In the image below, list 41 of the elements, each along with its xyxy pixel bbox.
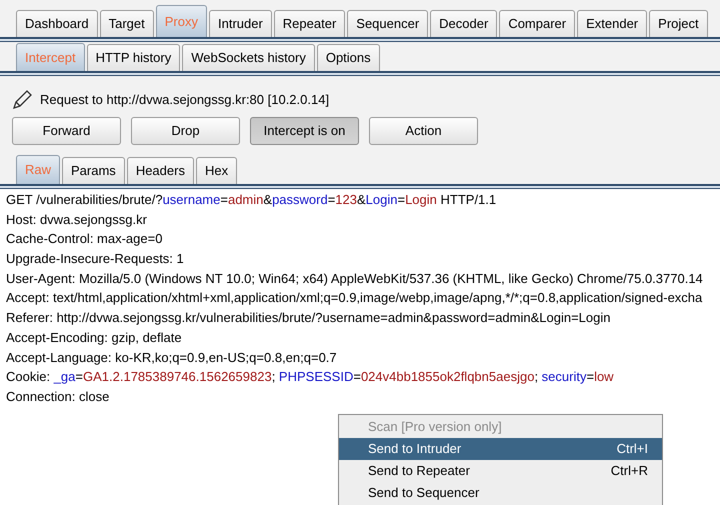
menu-item[interactable]: Send to Sequencer [339,482,662,504]
pencil-icon [12,90,32,110]
action-button[interactable]: Drop [131,117,240,145]
request-line: Host: dvwa.sejongssg.kr [6,210,147,229]
request-line: Connection: close [6,388,110,406]
editor-tab[interactable]: Hex [196,157,238,184]
menu-item[interactable]: Send to Intruder Ctrl+I [339,438,662,460]
sub-tab[interactable]: WebSockets history [182,44,315,71]
request-line: Accept-Encoding: gzip, deflate [6,328,182,347]
main-tab[interactable]: Decoder [430,10,498,37]
menu-item-label: Send to Sequencer [368,484,480,502]
request-line: Referer: http://dvwa.sejongssg.kr/vulnerabilities/brute/?username=admin&password=admin&Login=Login [6,309,610,328]
editor-tab[interactable]: Headers [126,157,194,184]
action-button[interactable]: Intercept is on [250,117,359,145]
request-line: Cookie: _ga=GA1.2.1785389746.1562659823; PHPSESSID=024v4bb1855ok2flqbn5aesjgo; security=low [6,368,614,386]
sub-tab[interactable]: HTTP history [86,44,180,71]
request-line: Upgrade-Insecure-Requests: 1 [6,250,184,268]
main-tab[interactable]: Comparer [499,10,576,37]
request-line: GET /vulnerabilities/brute/?username=admin&password=123&Login=Login HTTP/1.1 [6,191,496,209]
request-info: Request to http://dvwa.sejongssg.kr:80 [10.2.0.14] [40,91,330,110]
request-line: User-Agent: Mozilla/5.0 (Windows NT 10.0; Win64; x64) AppleWebKit/537.36 (KHTML, like Gecko) Chrome/75.0.3770.14 [6,270,703,288]
request-line: Cache-Control: max-age=0 [6,230,162,248]
menu-item-label: Scan [Pro version only] [368,418,502,436]
shortcut-label: Ctrl+I [616,440,648,458]
main-tab[interactable]: Dashboard [16,10,98,37]
main-tab[interactable]: Target [100,10,154,37]
menu-item-label: Send to Intruder [368,440,462,458]
sub-tab[interactable]: Options [316,44,380,71]
request-line: Accept-Language: ko-KR,ko;q=0.9,en-US;q=0.8,en;q=0.7 [6,348,337,367]
main-tab[interactable]: Project [649,10,708,37]
editor-tab[interactable]: Params [62,157,125,184]
shortcut-label: Ctrl+R [610,462,648,480]
action-button[interactable]: Action [369,117,478,145]
main-tab[interactable]: Extender [577,10,648,37]
main-tab[interactable]: Sequencer [347,10,428,37]
menu-item-label: Send to Repeater [368,462,470,480]
main-tab[interactable]: Repeater [274,10,346,37]
request-line: Accept: text/html,application/xhtml+xml,application/xml;q=0.9,image/webp,image/apng,*/*;q=0.8,application/signed-excha [6,289,702,308]
action-button[interactable]: Forward [12,117,121,145]
menu-item[interactable]: Send to Repeater Ctrl+R [339,460,662,482]
main-tab[interactable]: Intruder [208,10,272,37]
